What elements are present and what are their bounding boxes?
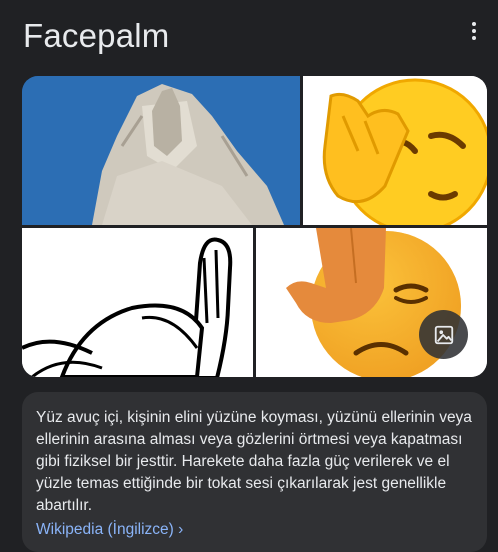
description-card: Yüz avuç içi, kişinin elini yüzüne koyma…: [22, 392, 487, 552]
page-title: Facepalm: [23, 17, 170, 54]
image-icon: [434, 325, 453, 344]
gallery-image-emoji-yellow[interactable]: [303, 76, 487, 225]
image-gallery: [22, 76, 487, 377]
wikipedia-link[interactable]: Wikipedia (İngilizce) ›: [36, 519, 183, 541]
chevron-right-icon: ›: [178, 521, 184, 538]
wikipedia-link-label: Wikipedia (İngilizce): [36, 521, 174, 538]
description-text: Yüz avuç içi, kişinin elini yüzüne koyma…: [36, 409, 472, 514]
gallery-image-statue[interactable]: [22, 76, 300, 225]
more-vert-icon: [472, 22, 476, 26]
gallery-image-cartoon[interactable]: [22, 228, 253, 377]
more-vert-icon-dot: [472, 36, 476, 40]
more-options-button[interactable]: [464, 20, 484, 42]
view-images-button[interactable]: [419, 310, 468, 359]
more-vert-icon-dot: [472, 29, 476, 33]
